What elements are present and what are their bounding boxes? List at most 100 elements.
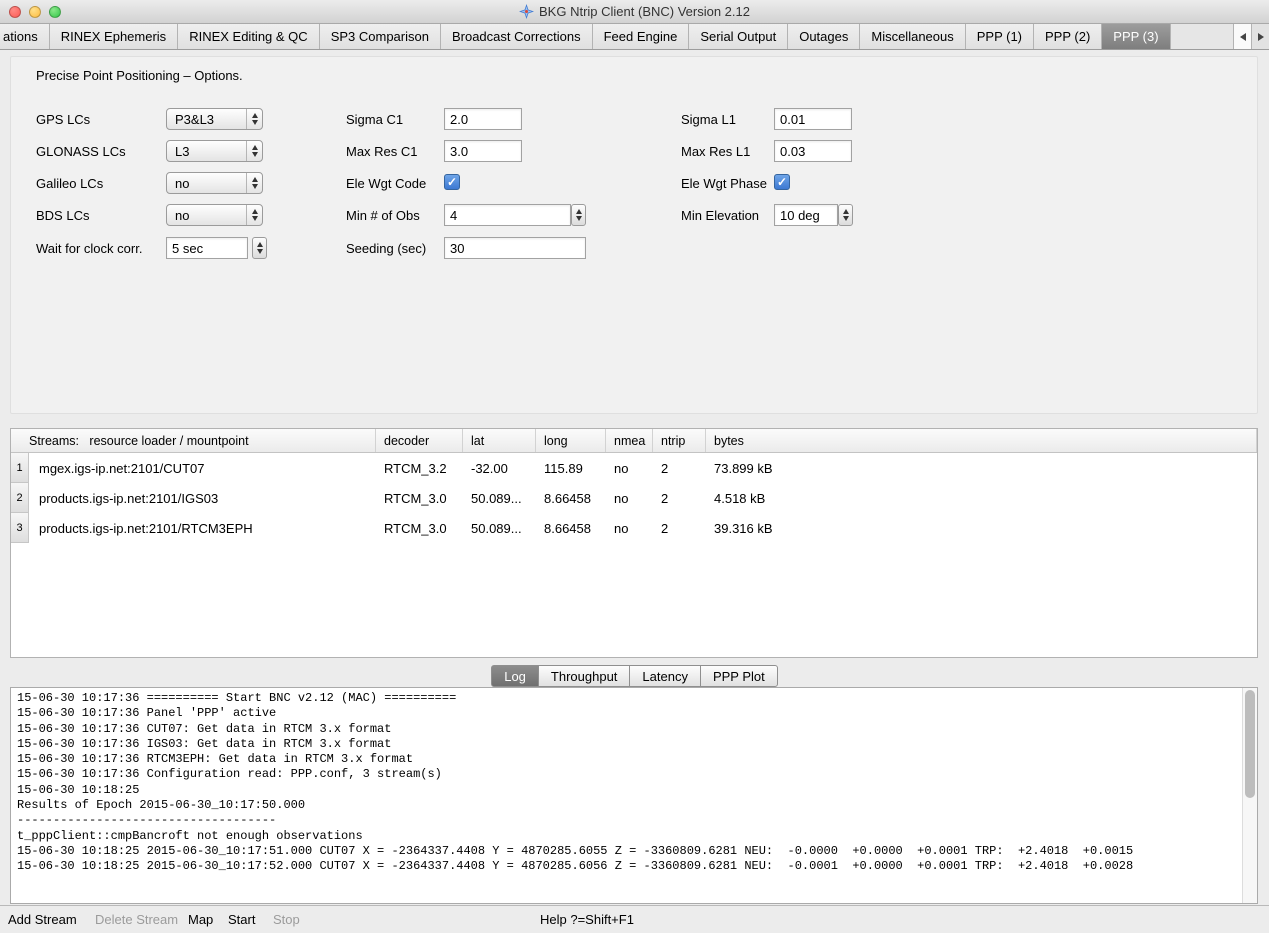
chevron-right-icon [1258, 33, 1264, 41]
column-header-nmea: nmea [606, 429, 653, 452]
row-number: 3 [11, 513, 29, 543]
gps-lcs-select[interactable]: P3&L3 [166, 108, 263, 130]
cell-decoder: RTCM_3.2 [376, 461, 463, 476]
ppp3-options-panel: Precise Point Positioning – Options. GPS… [10, 56, 1258, 414]
tab-log[interactable]: Log [491, 665, 539, 687]
min-obs-stepper[interactable] [571, 204, 586, 226]
min-obs-label: Min # of Obs [346, 208, 420, 223]
column-header-bytes: bytes [706, 429, 1257, 452]
min-obs-input[interactable]: 4 [444, 204, 571, 226]
cell-lat: 50.089... [463, 521, 536, 536]
min-elevation-label: Min Elevation [681, 208, 759, 223]
tab-ppp-plot[interactable]: PPP Plot [700, 665, 778, 687]
wait-clock-corr-stepper[interactable] [252, 237, 267, 259]
add-stream-button[interactable]: Add Stream [8, 906, 77, 933]
streams-table: Streams: resource loader / mountpoint de… [10, 428, 1258, 658]
tab-scroll-left-button[interactable] [1233, 24, 1251, 49]
tab-throughput[interactable]: Throughput [538, 665, 631, 687]
seeding-input[interactable]: 30 [444, 237, 586, 259]
tab-scroll-buttons [1233, 24, 1269, 49]
log-text: 15-06-30 10:17:36 ========== Start BNC v… [11, 688, 1236, 875]
cell-mountpoint: products.igs-ip.net:2101/RTCM3EPH [29, 521, 376, 536]
combo-arrows-icon [246, 141, 262, 161]
status-bar: Add Stream Delete Stream Map Start Stop … [0, 905, 1269, 933]
scrollbar-thumb[interactable] [1245, 690, 1255, 798]
tab-scroll-right-button[interactable] [1251, 24, 1269, 49]
tab-outages[interactable]: Outages [788, 24, 860, 49]
sigma-c1-label: Sigma C1 [346, 112, 403, 127]
row-number: 1 [11, 453, 29, 483]
tab-ppp-3[interactable]: PPP (3) [1102, 24, 1170, 49]
start-button[interactable]: Start [228, 906, 255, 933]
app-icon [519, 4, 534, 19]
tab-rinex-ephemeris[interactable]: RINEX Ephemeris [50, 24, 178, 49]
wait-clock-corr-label: Wait for clock corr. [36, 241, 142, 256]
cell-bytes: 4.518 kB [706, 491, 1257, 506]
table-row[interactable]: 1 mgex.igs-ip.net:2101/CUT07 RTCM_3.2 -3… [11, 453, 1257, 483]
tab-ppp-1[interactable]: PPP (1) [966, 24, 1034, 49]
close-window-button[interactable] [9, 6, 21, 18]
log-view[interactable]: 15-06-30 10:17:36 ========== Start BNC v… [10, 687, 1258, 904]
tab-sp3-comparison[interactable]: SP3 Comparison [320, 24, 441, 49]
tab-miscellaneous[interactable]: Miscellaneous [860, 24, 965, 49]
help-hint: Help ?=Shift+F1 [540, 906, 634, 933]
min-elevation-input[interactable]: 10 deg [774, 204, 838, 226]
sigma-c1-input[interactable]: 2.0 [444, 108, 522, 130]
cell-lat: -32.00 [463, 461, 536, 476]
tab-rinex-editing-qc[interactable]: RINEX Editing & QC [178, 24, 320, 49]
gps-lcs-label: GPS LCs [36, 112, 90, 127]
wait-clock-corr-input[interactable]: 5 sec [166, 237, 248, 259]
minimize-window-button[interactable] [29, 6, 41, 18]
cell-decoder: RTCM_3.0 [376, 521, 463, 536]
chevron-left-icon [1240, 33, 1246, 41]
tab-broadcast-corrections[interactable]: Broadcast Corrections [441, 24, 593, 49]
galileo-lcs-select[interactable]: no [166, 172, 263, 194]
glonass-lcs-select[interactable]: L3 [166, 140, 263, 162]
tab-ppp-2[interactable]: PPP (2) [1034, 24, 1102, 49]
cell-decoder: RTCM_3.0 [376, 491, 463, 506]
cell-nmea: no [606, 461, 653, 476]
min-elevation-stepper[interactable] [838, 204, 853, 226]
zoom-window-button[interactable] [49, 6, 61, 18]
column-header-streams: Streams: resource loader / mountpoint [11, 429, 376, 452]
seeding-label: Seeding (sec) [346, 241, 426, 256]
log-scrollbar[interactable] [1242, 688, 1257, 903]
table-row[interactable]: 2 products.igs-ip.net:2101/IGS03 RTCM_3.… [11, 483, 1257, 513]
tab-feed-engine[interactable]: Feed Engine [593, 24, 690, 49]
combo-arrows-icon [246, 205, 262, 225]
galileo-lcs-label: Galileo LCs [36, 176, 103, 191]
table-row[interactable]: 3 products.igs-ip.net:2101/RTCM3EPH RTCM… [11, 513, 1257, 543]
cell-nmea: no [606, 491, 653, 506]
cell-bytes: 73.899 kB [706, 461, 1257, 476]
column-header-lat: lat [463, 429, 536, 452]
bnc-window: BKG Ntrip Client (BNC) Version 2.12 atio… [0, 0, 1269, 933]
max-res-c1-input[interactable]: 3.0 [444, 140, 522, 162]
streams-table-header: Streams: resource loader / mountpoint de… [11, 429, 1257, 453]
cell-mountpoint: products.igs-ip.net:2101/IGS03 [29, 491, 376, 506]
window-title-wrap: BKG Ntrip Client (BNC) Version 2.12 [519, 4, 750, 19]
sigma-l1-input[interactable]: 0.01 [774, 108, 852, 130]
panel-heading: Precise Point Positioning – Options. [36, 68, 243, 83]
tab-serial-output[interactable]: Serial Output [689, 24, 788, 49]
ele-wgt-phase-label: Ele Wgt Phase [681, 176, 767, 191]
cell-long: 8.66458 [536, 521, 606, 536]
map-button[interactable]: Map [188, 906, 213, 933]
tab-rinex-observations[interactable]: ations [0, 24, 50, 49]
tab-latency[interactable]: Latency [629, 665, 701, 687]
ele-wgt-phase-checkbox[interactable] [774, 174, 790, 190]
combo-arrows-icon [246, 173, 262, 193]
cell-bytes: 39.316 kB [706, 521, 1257, 536]
window-title: BKG Ntrip Client (BNC) Version 2.12 [539, 4, 750, 19]
cell-ntrip: 2 [653, 521, 706, 536]
max-res-l1-label: Max Res L1 [681, 144, 750, 159]
bds-lcs-select[interactable]: no [166, 204, 263, 226]
row-number: 2 [11, 483, 29, 513]
bottom-tab-group: Log Throughput Latency PPP Plot [0, 665, 1269, 687]
ele-wgt-code-checkbox[interactable] [444, 174, 460, 190]
delete-stream-button: Delete Stream [95, 906, 178, 933]
max-res-l1-input[interactable]: 0.03 [774, 140, 852, 162]
bds-lcs-label: BDS LCs [36, 208, 89, 223]
stop-button: Stop [273, 906, 300, 933]
cell-nmea: no [606, 521, 653, 536]
title-bar: BKG Ntrip Client (BNC) Version 2.12 [0, 0, 1269, 24]
